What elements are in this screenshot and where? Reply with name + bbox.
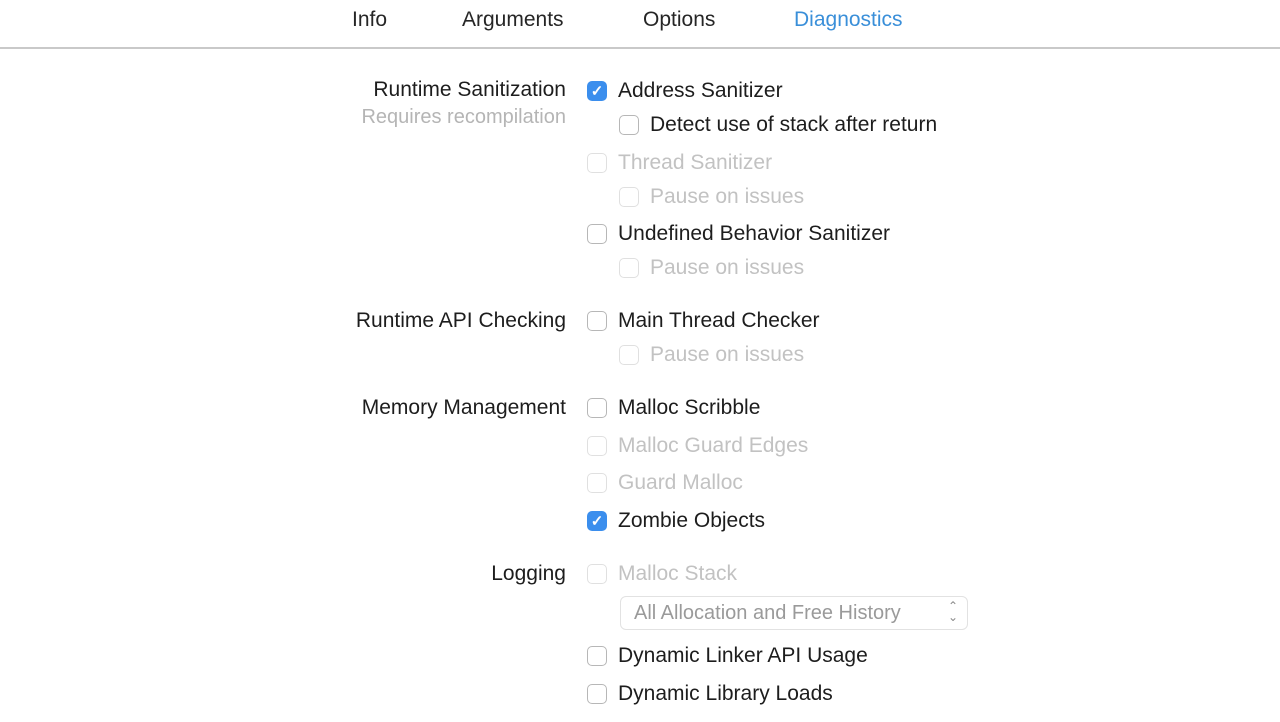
malloc-scribble-checkbox[interactable] [587,398,607,418]
tab-bar: Info Arguments Options Diagnostics [0,0,1280,49]
malloc-stack-checkbox [587,564,607,584]
requires-recompilation-note: Requires recompilation [361,106,566,128]
option-label: Pause on issues [650,256,805,279]
detect-stack-option[interactable]: Detect use of stack after return [619,111,937,139]
option-label: Pause on issues [650,343,805,366]
option-label: Pause on issues [650,185,805,208]
malloc-stack-option: Malloc Stack [587,560,737,588]
up-down-chevron-icon: ⌃ ⌄ [947,599,958,624]
memory-management-label: Memory Management [361,396,566,419]
select-value: All Allocation and Free History [634,601,901,624]
guard-malloc-option: Guard Malloc [587,469,743,497]
option-label: Detect use of stack after return [650,113,938,136]
tab-diagnostics[interactable]: Diagnostics [794,8,903,32]
guard-malloc-checkbox [587,473,607,493]
logging-label: Logging [491,562,566,585]
option-label: Malloc Scribble [618,396,761,419]
option-label: Guard Malloc [618,471,743,494]
checkmark-icon: ✓ [590,83,604,100]
checkmark-icon: ✓ [590,513,604,530]
option-label: Zombie Objects [618,509,766,532]
option-label: Malloc Stack [618,562,738,585]
dyld-loads-option[interactable]: Dynamic Library Loads [587,680,833,708]
malloc-scribble-option[interactable]: Malloc Scribble [587,394,760,422]
thread-pause-option: Pause on issues [619,183,804,211]
thread-sanitizer-checkbox [587,153,607,173]
main-thread-checker-option[interactable]: Main Thread Checker [587,307,820,335]
option-label: Dynamic Linker API Usage [618,644,868,667]
address-sanitizer-option[interactable]: ✓ Address Sanitizer [587,77,783,105]
option-label: Malloc Guard Edges [618,434,809,457]
malloc-guard-edges-option: Malloc Guard Edges [587,432,808,460]
option-label: Main Thread Checker [618,309,820,332]
option-label: Thread Sanitizer [618,151,773,174]
malloc-stack-select: All Allocation and Free History ⌃ ⌄ [620,596,968,630]
address-sanitizer-checkbox[interactable]: ✓ [587,81,607,101]
main-thread-checker-checkbox[interactable] [587,311,607,331]
thread-sanitizer-option: Thread Sanitizer [587,149,772,177]
dyld-loads-checkbox[interactable] [587,684,607,704]
option-label: Address Sanitizer [618,79,783,102]
runtime-sanitization-label: Runtime Sanitization [373,78,566,101]
zombie-objects-option[interactable]: ✓ Zombie Objects [587,507,765,535]
dyld-api-option[interactable]: Dynamic Linker API Usage [587,642,868,670]
ub-sanitizer-option[interactable]: Undefined Behavior Sanitizer [587,220,890,248]
ub-pause-checkbox [619,258,639,278]
thread-pause-checkbox [619,187,639,207]
tab-options[interactable]: Options [643,8,715,32]
malloc-guard-edges-checkbox [587,436,607,456]
runtime-api-checking-label: Runtime API Checking [355,309,566,332]
ub-pause-option: Pause on issues [619,254,804,282]
mtc-pause-option: Pause on issues [619,341,804,369]
option-label: Dynamic Library Loads [618,682,833,705]
zombie-objects-checkbox[interactable]: ✓ [587,511,607,531]
tab-arguments[interactable]: Arguments [462,8,564,32]
tab-info[interactable]: Info [352,8,387,32]
ub-sanitizer-checkbox[interactable] [587,224,607,244]
option-label: Undefined Behavior Sanitizer [618,222,890,245]
mtc-pause-checkbox [619,345,639,365]
dyld-api-checkbox[interactable] [587,646,607,666]
detect-stack-checkbox[interactable] [619,115,639,135]
